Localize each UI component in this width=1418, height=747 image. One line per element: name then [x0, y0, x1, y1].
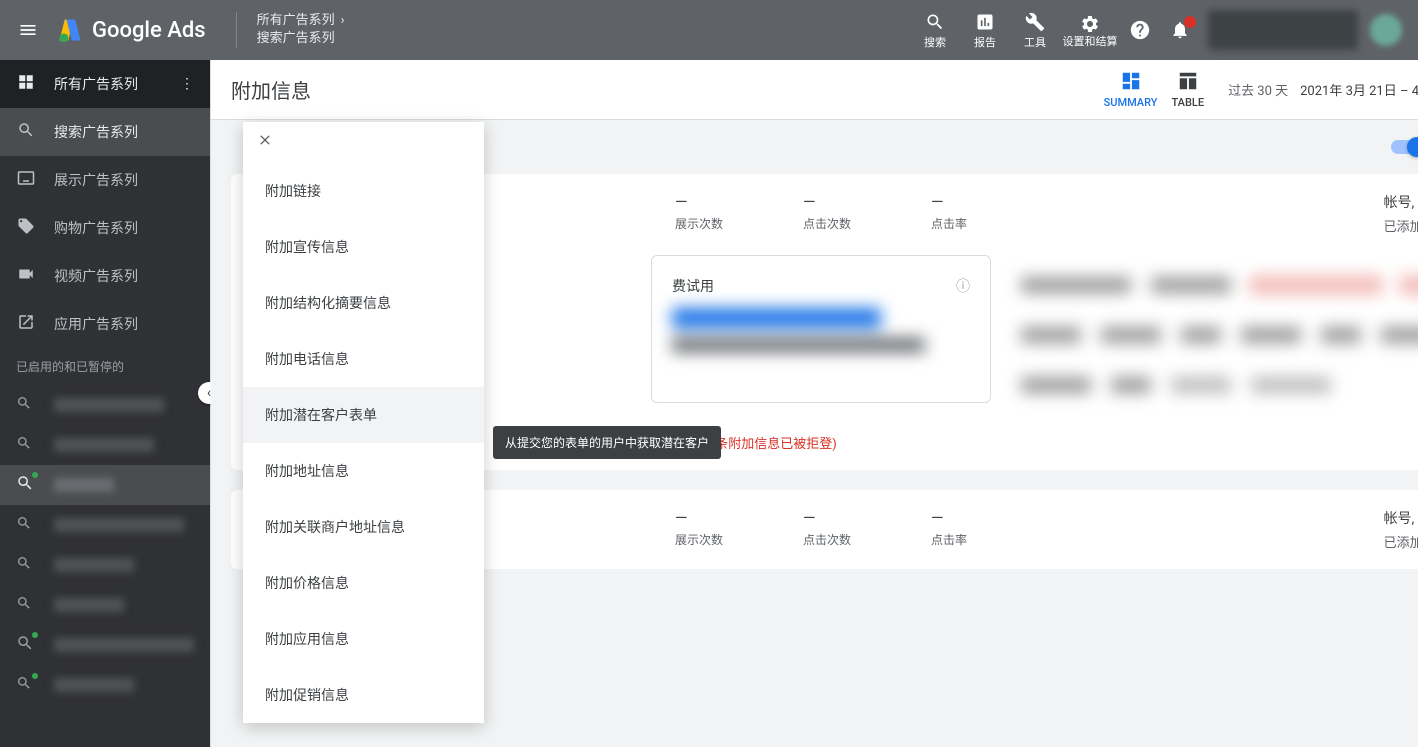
more-icon[interactable]: ⋮	[180, 76, 194, 92]
search-icon	[925, 10, 945, 34]
date-range-picker[interactable]: 过去 30 天 2021年 3月 21日 – 4月 19日 ▾ ‹ ›	[1228, 80, 1418, 99]
top-app-bar: Google Ads 所有广告系列 › 搜索广告系列 搜索 报告 工具 设置和结…	[0, 0, 1418, 60]
close-button[interactable]	[243, 122, 484, 163]
ctr-stat: — 点击率	[931, 508, 967, 551]
user-avatar[interactable]	[1370, 14, 1402, 46]
search-icon	[16, 435, 36, 455]
page-title: 附加信息	[231, 75, 311, 104]
bar-chart-icon	[975, 10, 995, 34]
breadcrumb-sub: 搜索广告系列	[257, 30, 345, 48]
settings-tool[interactable]: 设置和结算	[1060, 12, 1120, 48]
breadcrumb[interactable]: 所有广告系列 › 搜索广告系列	[236, 12, 345, 48]
enabled-paused-label: 已启用的和已暂停的	[0, 348, 210, 385]
ad-preview-box: 费试用 ⓘ	[651, 255, 991, 403]
campaign-item[interactable]	[0, 385, 210, 425]
price-extension-option[interactable]: 附加价格信息	[243, 555, 484, 611]
main-header: 附加信息 SUMMARY TABLE 过去 30 天 202	[211, 60, 1418, 120]
ctr-stat: — 点击率	[931, 192, 967, 235]
extension-type-menu: 附加链接 附加宣传信息 附加结构化摘要信息 附加电话信息 附加潜在客户表单 附加…	[243, 122, 484, 723]
grid-icon	[16, 73, 36, 96]
campaigns-sidebar: 所有广告系列 ⋮ 搜索广告系列 展示广告系列 购物广告系列 视	[0, 60, 210, 747]
help-button[interactable]	[1120, 10, 1160, 50]
gear-icon	[1080, 12, 1100, 36]
table-icon	[1177, 70, 1199, 96]
campaign-item[interactable]	[0, 545, 210, 585]
search-icon	[16, 395, 36, 415]
clicks-stat: — 点击次数	[803, 192, 851, 235]
display-icon	[16, 169, 36, 192]
logo[interactable]: Google Ads	[56, 16, 206, 44]
dashboard-icon	[1120, 70, 1142, 96]
search-icon	[16, 634, 36, 656]
search-campaigns-item[interactable]: 搜索广告系列	[0, 108, 210, 156]
show-preview-toggle[interactable]	[1391, 140, 1418, 154]
shopping-campaigns-item[interactable]: 购物广告系列	[0, 204, 210, 252]
campaign-item[interactable]	[0, 585, 210, 625]
tooltip: 从提交您的表单的用户中获取潜在客户	[493, 426, 721, 459]
promotion-extension-option[interactable]: 附加促销信息	[243, 667, 484, 723]
info-icon[interactable]: ⓘ	[956, 276, 970, 296]
search-icon	[16, 595, 36, 615]
campaign-item[interactable]	[0, 505, 210, 545]
campaign-item[interactable]	[0, 425, 210, 465]
tools-tool[interactable]: 工具	[1010, 10, 1060, 50]
clicks-stat: — 点击次数	[803, 508, 851, 551]
chevron-right-icon: ›	[341, 12, 345, 30]
campaign-item[interactable]	[0, 465, 210, 505]
video-icon	[16, 265, 36, 288]
account-campaigns-text: 帐号, 17 个广告系列	[1384, 508, 1418, 528]
display-campaigns-item[interactable]: 展示广告系列	[0, 156, 210, 204]
notification-badge	[1184, 16, 1196, 28]
app-campaigns-item[interactable]: 应用广告系列	[0, 300, 210, 348]
search-icon	[16, 515, 36, 535]
callout-extension-option[interactable]: 附加宣传信息	[243, 219, 484, 275]
ad-preview-content	[991, 247, 1418, 423]
video-campaigns-item[interactable]: 视频广告系列	[0, 252, 210, 300]
close-icon	[257, 132, 273, 148]
sitelink-extension-option[interactable]: 附加链接	[243, 163, 484, 219]
affiliate-location-extension-option[interactable]: 附加关联商户地址信息	[243, 499, 484, 555]
shopping-icon	[16, 217, 36, 240]
campaign-item[interactable]	[0, 625, 210, 665]
view-switch: SUMMARY TABLE	[1104, 70, 1204, 109]
main-menu-button[interactable]	[8, 10, 48, 50]
logo-text: Google Ads	[92, 18, 206, 43]
google-ads-logo-icon	[56, 16, 84, 44]
added-to-text: 已添加到	[1384, 216, 1418, 235]
impressions-stat: — 展示次数	[675, 192, 723, 235]
help-icon	[1129, 19, 1151, 41]
summary-view-button[interactable]: SUMMARY	[1104, 70, 1158, 109]
search-icon	[16, 474, 36, 496]
campaign-item[interactable]	[0, 665, 210, 705]
all-campaigns-item[interactable]: 所有广告系列 ⋮	[0, 60, 210, 108]
account-selector[interactable]	[1208, 10, 1358, 50]
call-extension-option[interactable]: 附加电话信息	[243, 331, 484, 387]
search-icon	[16, 555, 36, 575]
account-campaigns-text: 帐号, 20 个广告系列	[1384, 192, 1418, 212]
search-icon	[16, 121, 36, 144]
search-tool[interactable]: 搜索	[910, 10, 960, 50]
added-to-text: 已添加到	[1384, 532, 1418, 551]
table-view-button[interactable]: TABLE	[1171, 70, 1204, 109]
search-icon	[16, 675, 36, 695]
impressions-stat: — 展示次数	[675, 508, 723, 551]
main-content: 附加信息 SUMMARY TABLE 过去 30 天 202	[211, 60, 1418, 747]
reports-tool[interactable]: 报告	[960, 10, 1010, 50]
location-extension-option[interactable]: 附加地址信息	[243, 443, 484, 499]
wrench-icon	[1025, 10, 1045, 34]
breadcrumb-top: 所有广告系列	[257, 12, 335, 30]
notifications-button[interactable]	[1160, 10, 1200, 50]
app-icon	[16, 313, 36, 336]
lead-form-extension-option[interactable]: 附加潜在客户表单	[243, 387, 484, 443]
app-extension-option[interactable]: 附加应用信息	[243, 611, 484, 667]
extension-notice: 信息 (5 条附加信息已被拒登)	[671, 433, 1418, 470]
structured-snippet-extension-option[interactable]: 附加结构化摘要信息	[243, 275, 484, 331]
